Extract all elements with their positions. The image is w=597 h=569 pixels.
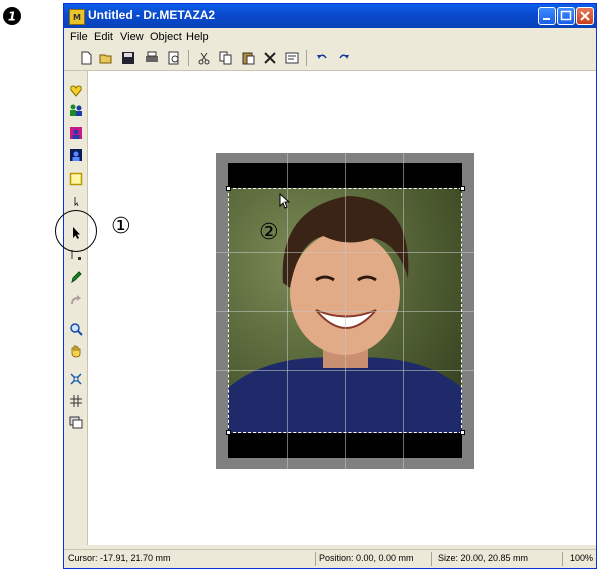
tool-highlight-circle (55, 210, 97, 252)
redo-icon[interactable] (336, 50, 352, 66)
main-toolbar (64, 46, 596, 71)
status-divider (315, 552, 316, 566)
resize-handle-bottom-left[interactable] (226, 430, 231, 435)
save-icon[interactable] (120, 50, 136, 66)
print-preview-icon[interactable] (166, 50, 182, 66)
window-title: Untitled - Dr.METAZA2 (88, 8, 216, 22)
step-number-badge: 1 (3, 7, 21, 25)
pen-icon[interactable] (68, 269, 83, 284)
properties-icon[interactable] (284, 50, 300, 66)
print-icon[interactable] (144, 50, 160, 66)
heart-icon[interactable] (68, 83, 83, 98)
menu-view[interactable]: View (120, 31, 144, 43)
menu-bar: File Edit View Object Help (64, 28, 596, 46)
cut-icon[interactable] (196, 50, 212, 66)
maximize-button[interactable] (557, 7, 575, 25)
status-divider (562, 552, 563, 566)
people-icon[interactable] (68, 102, 83, 117)
cursor-readout: Cursor: -17.91, 21.70 mm (68, 553, 171, 563)
menu-help[interactable]: Help (186, 31, 209, 43)
rectangle-icon[interactable] (68, 171, 83, 186)
undo-icon[interactable] (314, 50, 330, 66)
resize-handle-bottom-right[interactable] (460, 430, 465, 435)
minimize-button[interactable] (538, 7, 556, 25)
menu-object[interactable]: Object (150, 31, 182, 43)
portrait-dark-icon[interactable] (68, 147, 83, 162)
title-bar: M Untitled - Dr.METAZA2 (64, 4, 596, 28)
callout-one: ① (111, 214, 131, 239)
left-toolbar (64, 71, 88, 545)
svg-text:1: 1 (8, 10, 16, 24)
toolbar-separator (306, 50, 307, 66)
close-icon (580, 11, 590, 21)
resize-handle-top-left[interactable] (226, 186, 231, 191)
fit-icon[interactable] (68, 371, 83, 386)
size-readout: Size: 20.00, 20.85 mm (438, 553, 529, 563)
minimize-icon (543, 18, 550, 20)
mouse-cursor-icon (279, 193, 291, 209)
grid-icon[interactable] (68, 393, 83, 408)
rotate-icon[interactable] (68, 293, 83, 308)
close-button[interactable] (576, 7, 594, 25)
zoom-icon[interactable] (68, 321, 83, 336)
status-divider (431, 552, 432, 566)
portrait-icon[interactable] (68, 125, 83, 140)
resize-handle-top-right[interactable] (460, 186, 465, 191)
maximize-icon (560, 10, 572, 21)
open-icon[interactable] (98, 50, 114, 66)
new-icon[interactable] (78, 50, 94, 66)
copy-icon[interactable] (218, 50, 234, 66)
delete-icon[interactable] (262, 50, 278, 66)
menu-edit[interactable]: Edit (94, 31, 113, 43)
menu-file[interactable]: File (70, 31, 88, 43)
layer-icon[interactable] (68, 415, 83, 430)
zoom-readout: 100% (570, 553, 594, 563)
toolbar-separator (188, 50, 189, 66)
status-bar: Cursor: -17.91, 21.70 mm Position: 0.00,… (64, 549, 596, 568)
callout-two: ② (259, 220, 279, 245)
position-readout: Position: 0.00, 0.00 mm (319, 553, 414, 563)
app-logo-icon: M (69, 9, 85, 25)
hand-icon[interactable] (68, 343, 83, 358)
paste-icon[interactable] (240, 50, 256, 66)
pointer-small-icon[interactable] (68, 193, 83, 208)
